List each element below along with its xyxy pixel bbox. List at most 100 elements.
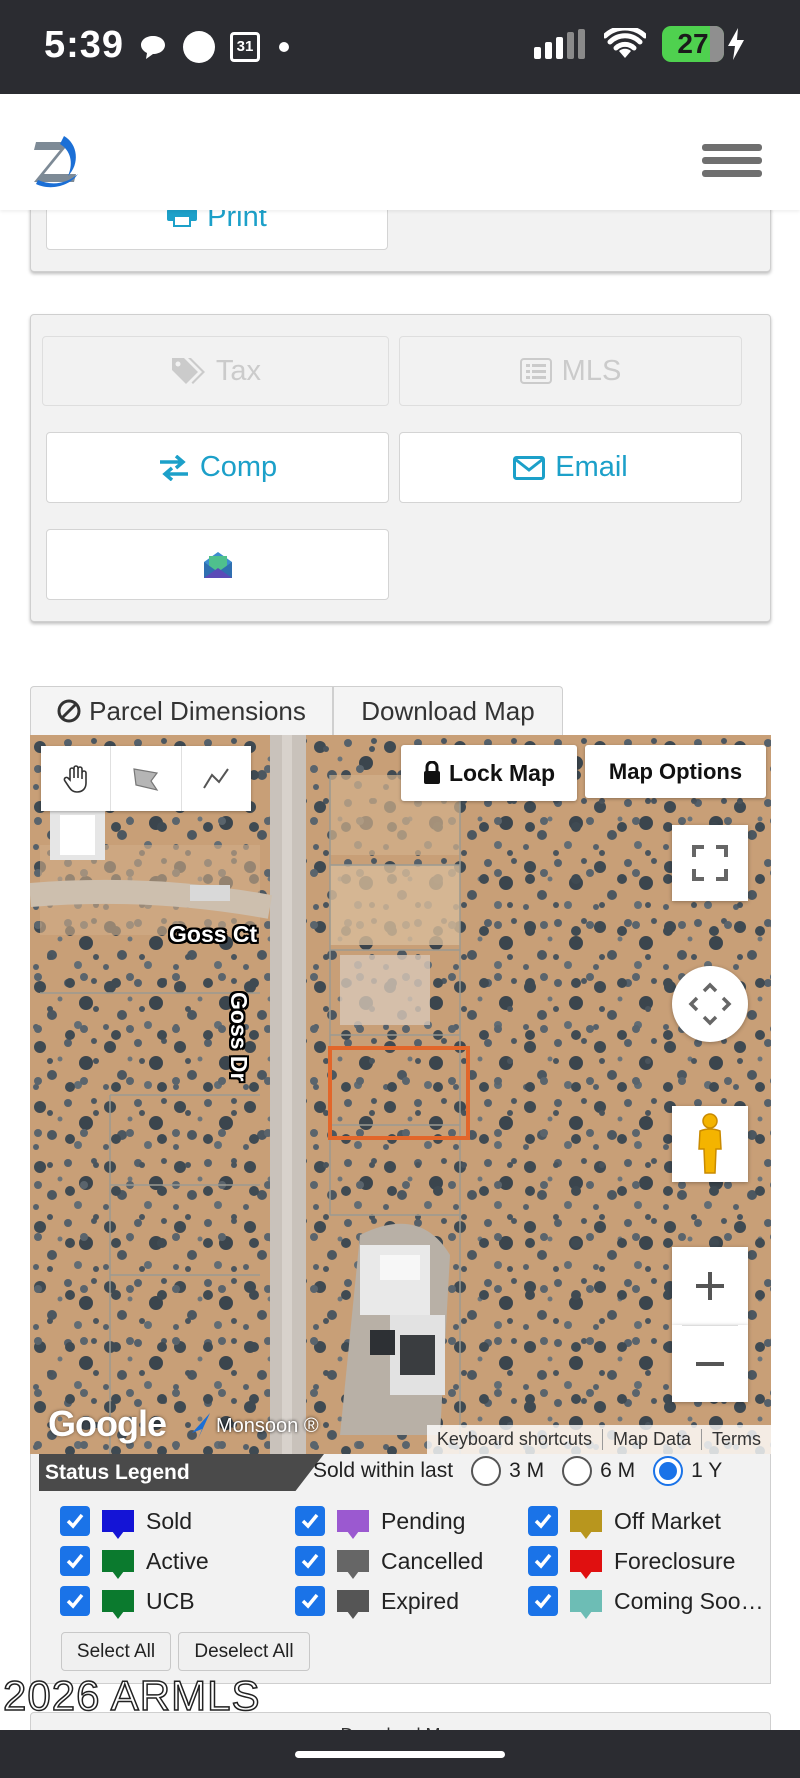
legend-checkbox[interactable]: [60, 1546, 90, 1576]
app-header: [0, 94, 800, 210]
monsoon-icon: [192, 1413, 210, 1439]
radio-1y-label: 1 Y: [691, 1459, 723, 1482]
satellite-imagery: [30, 735, 771, 1454]
sold-within-label: Sold within last: [313, 1459, 454, 1482]
fullscreen-button[interactable]: [672, 825, 748, 901]
road-label-goss-dr: Goss Dr: [226, 992, 252, 1082]
map-data-link[interactable]: Map Data: [601, 1429, 701, 1450]
tax-label: Tax: [215, 354, 262, 387]
signal-icon: [534, 29, 585, 59]
lock-map-button[interactable]: Lock Map: [401, 745, 577, 801]
plus-icon: [696, 1272, 724, 1300]
email-button[interactable]: Email: [399, 432, 742, 503]
draw-line-icon[interactable]: [182, 746, 251, 811]
wifi-icon: [604, 28, 646, 58]
sold-within-filter: Sold within last 3 M 6 M 1 Y: [313, 1456, 722, 1486]
draw-polygon-icon[interactable]: [111, 746, 182, 811]
zoom-in-button[interactable]: [672, 1247, 748, 1325]
status-marker-icon: [337, 1550, 369, 1579]
fullscreen-icon: [692, 845, 728, 881]
legend-item-label: Active: [146, 1547, 209, 1574]
legend-item: Pending: [295, 1506, 465, 1539]
satellite-map[interactable]: Goss Ct Goss Dr Lock Map Map Options Goo…: [30, 735, 771, 1454]
legend-item-label: Foreclosure: [614, 1547, 736, 1574]
status-legend-title: Status Legend: [39, 1454, 324, 1491]
google-logo: Google: [48, 1403, 167, 1444]
email-label: Email: [555, 451, 628, 483]
legend-checkbox[interactable]: [295, 1586, 325, 1616]
checkmark-icon: [534, 1593, 552, 1609]
legend-checkbox[interactable]: [528, 1586, 558, 1616]
hamburger-menu-icon[interactable]: [702, 144, 762, 184]
list-box-icon: [519, 358, 552, 384]
status-marker-icon: [570, 1590, 602, 1619]
legend-checkbox[interactable]: [60, 1586, 90, 1616]
map-options-button[interactable]: Map Options: [585, 745, 766, 798]
radio-6m[interactable]: [562, 1456, 593, 1486]
legend-item: Foreclosure: [528, 1546, 736, 1579]
envelope-message-button[interactable]: [46, 529, 389, 600]
tab-parcel-dimensions[interactable]: Parcel Dimensions: [30, 686, 333, 735]
legend-item: Sold: [60, 1506, 193, 1539]
status-marker-icon: [570, 1510, 602, 1539]
zoom-divider: [682, 1325, 738, 1326]
keyboard-shortcuts-link[interactable]: Keyboard shortcuts: [427, 1429, 602, 1450]
status-marker-icon: [102, 1550, 134, 1579]
deselect-all-button[interactable]: Deselect All: [178, 1632, 310, 1671]
legend-item-label: Cancelled: [381, 1547, 484, 1574]
drawing-toolbox: [41, 746, 251, 811]
legend-item: Cancelled: [295, 1546, 484, 1579]
brand-z-logo-icon[interactable]: [30, 134, 82, 193]
terms-link[interactable]: Terms: [701, 1429, 771, 1450]
monsoon-logo: Monsoon ®: [190, 1413, 319, 1439]
calendar-icon: 31: [230, 32, 260, 62]
legend-item-label: UCB: [146, 1587, 195, 1614]
radio-6m-label: 6 M: [600, 1459, 636, 1482]
legend-checkbox[interactable]: [295, 1546, 325, 1576]
checkmark-icon: [66, 1513, 84, 1529]
circle-icon: [183, 31, 215, 63]
comp-label: Comp: [199, 451, 278, 483]
legend-checkbox[interactable]: [295, 1506, 325, 1536]
status-marker-icon: [102, 1590, 134, 1619]
legend-item: Expired: [295, 1586, 459, 1619]
lock-icon: [423, 761, 440, 784]
lock-map-label: Lock Map: [448, 759, 556, 786]
tab-download-map[interactable]: Download Map: [333, 686, 563, 735]
camera-control-button[interactable]: [672, 966, 748, 1042]
legend-checkbox[interactable]: [528, 1546, 558, 1576]
battery-icon: 27: [662, 26, 724, 62]
comp-button[interactable]: Comp: [46, 432, 389, 503]
move-arrows-icon: [688, 982, 732, 1026]
hand-pan-icon[interactable]: [41, 746, 112, 811]
radio-1y[interactable]: [653, 1456, 684, 1486]
legend-item-label: Sold: [146, 1507, 193, 1534]
pegman-icon: [698, 1113, 722, 1174]
radio-3m[interactable]: [471, 1456, 502, 1486]
clock: 5:39: [44, 24, 125, 66]
select-all-button[interactable]: Select All: [61, 1632, 171, 1671]
legend-item-label: Expired: [381, 1587, 459, 1614]
mls-button[interactable]: MLS: [399, 336, 742, 406]
minus-icon: [696, 1361, 724, 1366]
radio-3m-label: 3 M: [509, 1459, 545, 1482]
zoom-out-button[interactable]: [672, 1325, 748, 1402]
status-marker-icon: [102, 1510, 134, 1539]
home-gesture-bar[interactable]: [295, 1751, 505, 1758]
colored-envelope-icon: [203, 551, 232, 578]
checkmark-icon: [534, 1553, 552, 1569]
legend-checkbox[interactable]: [60, 1506, 90, 1536]
status-marker-icon: [570, 1550, 602, 1579]
tax-button[interactable]: Tax: [42, 336, 389, 406]
legend-checkbox[interactable]: [528, 1506, 558, 1536]
legend-item-label: Coming Soo…: [614, 1587, 764, 1614]
chat-bubble-icon: [141, 36, 165, 59]
mls-label: MLS: [561, 354, 622, 387]
checkmark-icon: [301, 1593, 319, 1609]
street-view-pegman-button[interactable]: [672, 1106, 748, 1182]
monsoon-label: Monsoon ®: [216, 1414, 319, 1437]
system-icons: 27: [534, 26, 746, 62]
legend-item-label: Off Market: [614, 1507, 721, 1534]
copyright-text: 2026 ARMLS: [2, 1671, 261, 1720]
checkmark-icon: [534, 1513, 552, 1529]
